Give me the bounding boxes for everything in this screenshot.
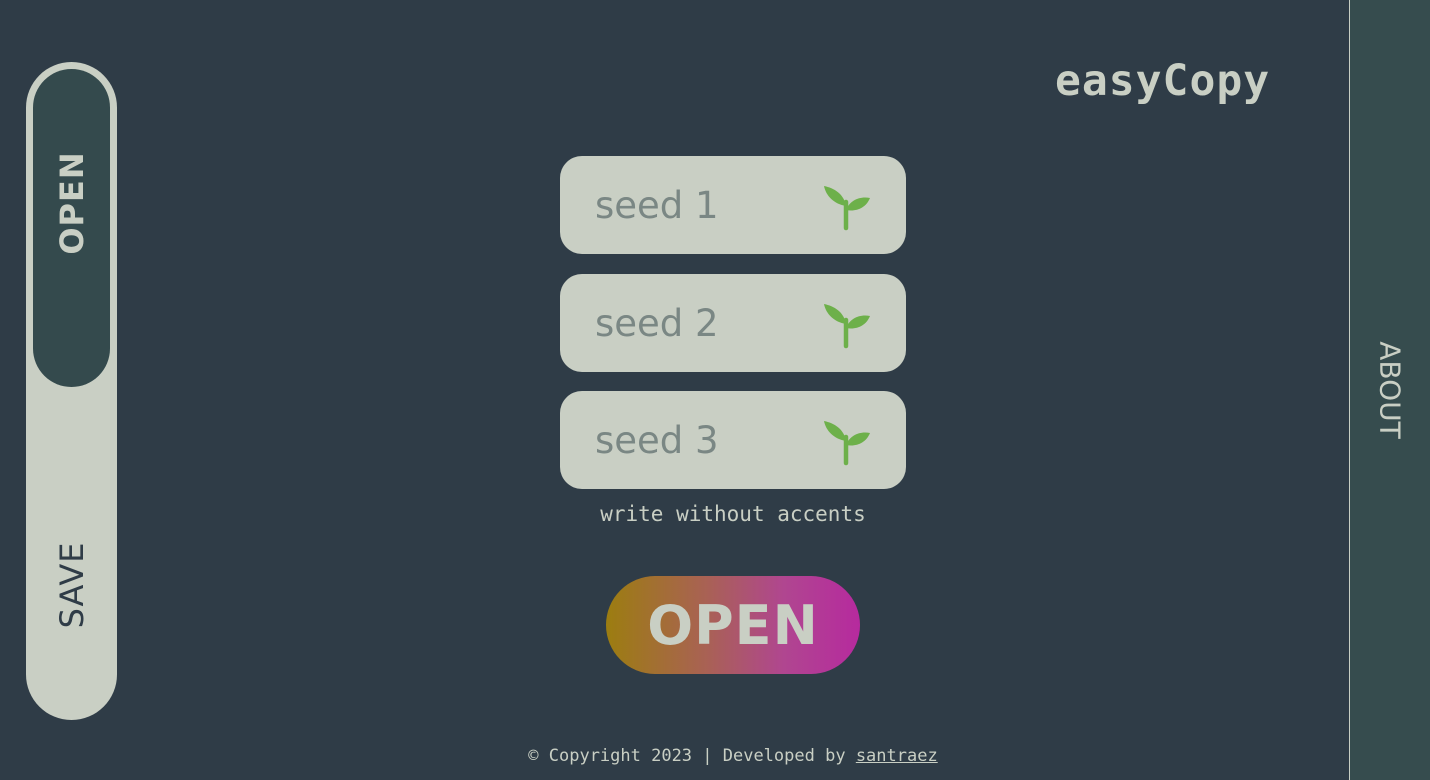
sprout-icon [824, 186, 870, 231]
mode-open-tab[interactable]: OPEN [33, 69, 110, 387]
about-panel[interactable]: ABOUT [1349, 0, 1430, 780]
seed-3-field [560, 391, 906, 489]
footer-copyright: © Copyright 2023 | Developed by [528, 746, 846, 766]
open-button[interactable]: OPEN [606, 576, 860, 674]
author-link[interactable]: santraez [856, 746, 938, 766]
footer: © Copyright 2023 | Developed by santraez [0, 746, 1430, 766]
about-label: ABOUT [1373, 341, 1407, 439]
seed-3-input[interactable] [595, 391, 815, 489]
sprout-icon [824, 421, 870, 466]
mode-save-tab[interactable]: SAVE [33, 392, 110, 713]
mode-save-label: SAVE [52, 541, 91, 629]
mode-toggle: OPEN SAVE [26, 62, 117, 720]
accent-hint: write without accents [600, 502, 866, 526]
seed-2-field [560, 274, 906, 372]
seed-1-field [560, 156, 906, 254]
seed-2-input[interactable] [595, 274, 815, 372]
mode-open-label: OPEN [52, 150, 91, 255]
app-logo: easyCopy [1055, 56, 1271, 106]
sprout-icon [824, 304, 870, 349]
seed-1-input[interactable] [595, 156, 815, 254]
